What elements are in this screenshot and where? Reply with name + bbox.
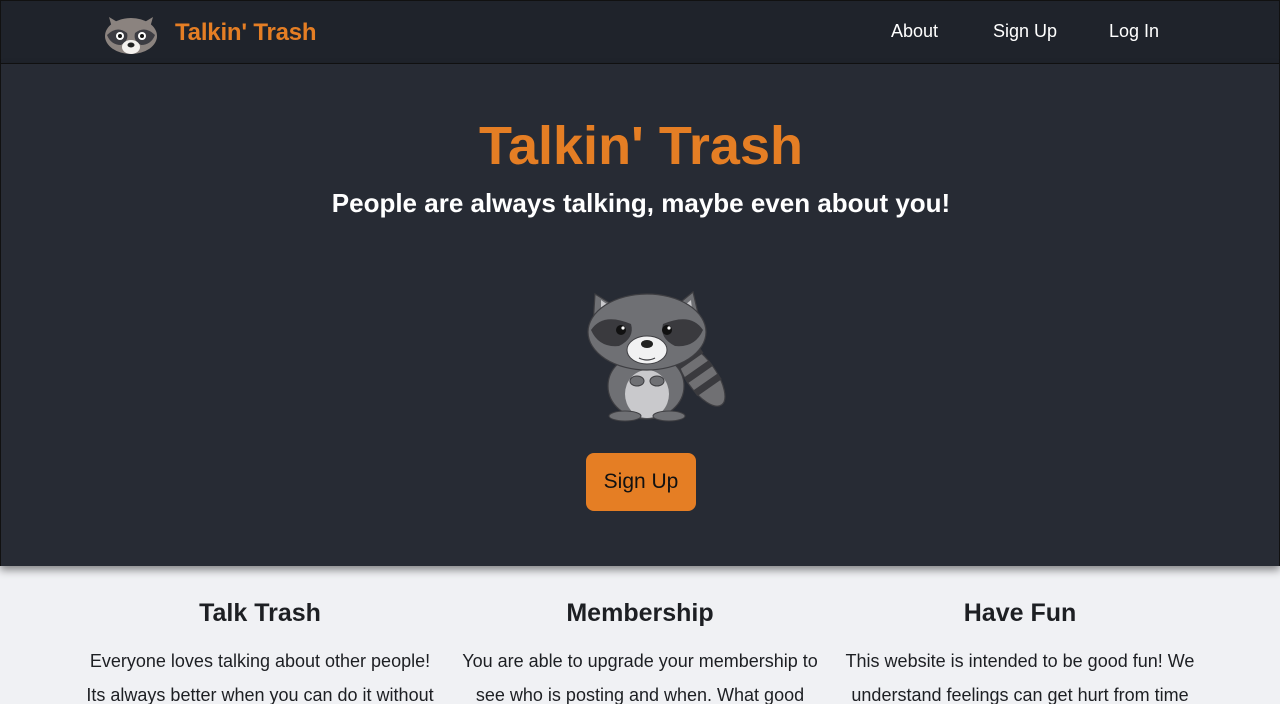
nav-log-in[interactable]: Log In: [1109, 21, 1159, 42]
raccoon-mascot-icon: [587, 290, 726, 422]
feature-text: This website is intended to be good fun!…: [845, 651, 1195, 704]
nav-about[interactable]: About: [891, 21, 938, 42]
hero-sign-up-button[interactable]: Sign Up: [586, 453, 696, 511]
feature-membership: Membership You are able to upgrade your …: [460, 596, 820, 704]
nav-sign-up[interactable]: Sign Up: [993, 21, 1057, 42]
feature-text: Everyone loves talking about other peopl…: [86, 651, 434, 704]
hero-section: Talkin' Trash People are always talking,…: [0, 64, 1280, 566]
brand-name: Talkin' Trash: [175, 19, 317, 46]
feature-title: Membership: [566, 599, 714, 627]
brand-link[interactable]: Talkin' Trash: [103, 11, 317, 55]
navbar: Talkin' Trash About Sign Up Log In: [0, 0, 1280, 64]
hero-title: Talkin' Trash: [479, 116, 803, 176]
feature-text: You are able to upgrade your membership …: [462, 651, 818, 704]
raccoon-face-icon: [105, 17, 157, 54]
feature-title: Have Fun: [963, 599, 1077, 627]
feature-title: Talk Trash: [199, 599, 321, 627]
feature-have-fun: Have Fun This website is intended to be …: [840, 596, 1200, 704]
hero-subtitle: People are always talking, maybe even ab…: [331, 188, 951, 218]
feature-talk-trash: Talk Trash Everyone loves talking about …: [80, 596, 440, 704]
